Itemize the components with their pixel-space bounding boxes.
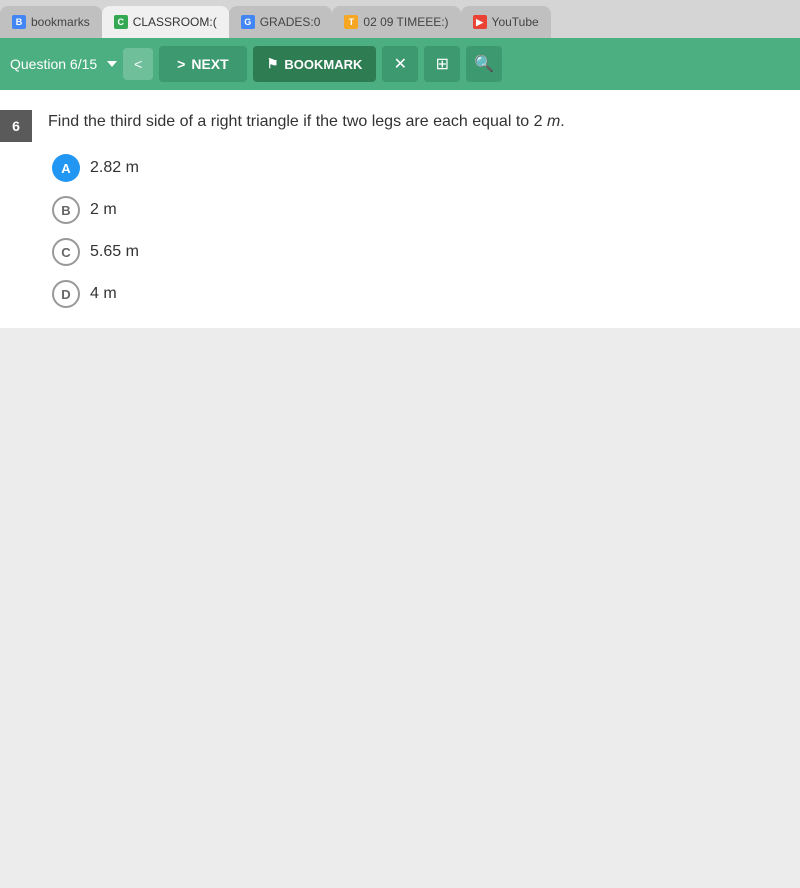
option-a-circle: A: [52, 154, 80, 182]
question-text: Find the third side of a right triangle …: [48, 110, 770, 134]
option-c-label: C: [61, 245, 70, 260]
main-content: 6 Find the third side of a right triangl…: [0, 90, 800, 888]
option-b-circle: B: [52, 196, 80, 224]
option-a-label: A: [61, 161, 70, 176]
tab-classroom[interactable]: C CLASSROOM:(: [102, 6, 229, 38]
option-d-text: 4 m: [90, 285, 117, 303]
timeee-icon: T: [344, 15, 358, 29]
option-b-text: 2 m: [90, 201, 117, 219]
option-b-label: B: [61, 203, 70, 218]
tab-bar: B bookmarks C CLASSROOM:( G GRADES:0 T 0…: [0, 0, 800, 38]
option-b[interactable]: B 2 m: [52, 196, 770, 224]
next-arrow-icon: >: [177, 56, 185, 72]
tab-timeee[interactable]: T 02 09 TIMEEE:): [332, 6, 460, 38]
next-button[interactable]: > NEXT: [159, 46, 247, 82]
classroom-icon: C: [114, 15, 128, 29]
search-button[interactable]: 🔍: [466, 46, 502, 82]
bookmark-icon: ⚑: [267, 56, 279, 72]
option-a[interactable]: A 2.82 m: [52, 154, 770, 182]
question-content: Find the third side of a right triangle …: [48, 110, 770, 308]
question-nav: Question 6/15: [10, 56, 117, 72]
question-number-badge: 6: [0, 110, 32, 142]
empty-content-area: [0, 328, 800, 888]
option-c[interactable]: C 5.65 m: [52, 238, 770, 266]
tab-youtube-label: YouTube: [492, 15, 539, 29]
close-button[interactable]: ✕: [382, 46, 418, 82]
tab-classroom-label: CLASSROOM:(: [133, 15, 217, 29]
tab-bookmarks-label: bookmarks: [31, 15, 90, 29]
bookmarks-icon: B: [12, 15, 26, 29]
option-d-circle: D: [52, 280, 80, 308]
grid-button[interactable]: ⊞: [424, 46, 460, 82]
question-container: 6 Find the third side of a right triangl…: [0, 90, 800, 328]
option-c-text: 5.65 m: [90, 243, 139, 261]
question-label: Question 6/15: [10, 56, 97, 72]
chevron-down-icon[interactable]: [107, 61, 117, 67]
prev-button[interactable]: <: [123, 48, 153, 80]
bookmark-label: BOOKMARK: [284, 57, 362, 72]
close-icon: ✕: [394, 54, 407, 74]
option-d[interactable]: D 4 m: [52, 280, 770, 308]
tab-timeee-label: 02 09 TIMEEE:): [363, 15, 448, 29]
next-label: NEXT: [191, 56, 228, 72]
tab-youtube[interactable]: ▶ YouTube: [461, 6, 551, 38]
tab-grades-label: GRADES:0: [260, 15, 321, 29]
option-c-circle: C: [52, 238, 80, 266]
youtube-icon: ▶: [473, 15, 487, 29]
options-list: A 2.82 m B 2 m C 5.65 m: [52, 154, 770, 308]
search-icon: 🔍: [474, 54, 494, 74]
bookmark-button[interactable]: ⚑ BOOKMARK: [253, 46, 377, 82]
option-d-label: D: [61, 287, 70, 302]
question-toolbar: Question 6/15 < > NEXT ⚑ BOOKMARK ✕ ⊞ 🔍: [0, 38, 800, 90]
grid-icon: ⊞: [436, 54, 449, 74]
tab-bookmarks[interactable]: B bookmarks: [0, 6, 102, 38]
grades-icon: G: [241, 15, 255, 29]
option-a-text: 2.82 m: [90, 159, 139, 177]
tab-grades[interactable]: G GRADES:0: [229, 6, 333, 38]
